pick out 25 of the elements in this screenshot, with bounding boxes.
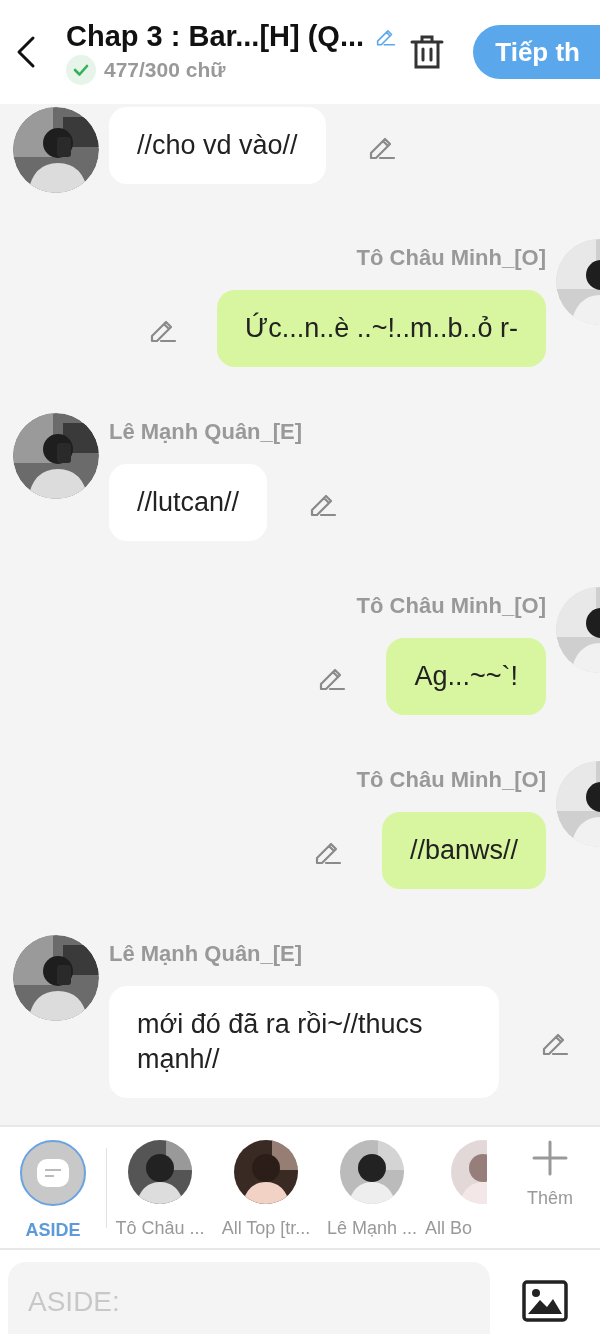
message-bubble: mới đó đã ra rồi~//thucs mạnh// <box>109 986 499 1098</box>
message-bubble: Ức...n..è ..~!..m..b..ỏ r- <box>217 290 546 367</box>
character-tab[interactable]: ASIDE <box>0 1140 106 1241</box>
next-button[interactable]: Tiếp th <box>473 25 600 79</box>
sender-name: Tô Châu Minh_[O] <box>356 766 546 794</box>
chapter-title: Chap 3 : Bar...[H] (Q... <box>66 19 365 53</box>
message-bubble: Ag...~~`! <box>386 638 546 715</box>
sender-name: Lê Mạnh Quân_[E] <box>109 418 303 446</box>
sender-name: Lê Mạnh Quân_[E] <box>109 940 303 968</box>
chat-icon <box>37 1159 69 1187</box>
character-tab[interactable]: All Top [tr... <box>213 1140 319 1239</box>
sender-name: Tô Châu Minh_[O] <box>356 244 546 272</box>
message-bubble: //banws// <box>381 812 546 889</box>
character-tab[interactable]: All Bo <box>425 1140 487 1239</box>
sender-name: Tô Châu Minh_[O] <box>356 592 546 620</box>
message-bubble: //lutcan// <box>109 464 268 541</box>
character-tab[interactable]: Lê Mạnh ... <box>319 1140 425 1239</box>
plus-icon <box>532 1140 568 1176</box>
trash-icon[interactable] <box>410 34 444 70</box>
check-icon <box>66 55 96 85</box>
word-count: 477/300 chữ <box>104 58 226 82</box>
image-icon[interactable] <box>522 1280 568 1322</box>
character-tab[interactable]: Tô Châu ... <box>107 1140 213 1239</box>
message-bubble: //cho vd vào// <box>109 107 326 184</box>
add-button[interactable]: Thêm <box>500 1140 600 1209</box>
